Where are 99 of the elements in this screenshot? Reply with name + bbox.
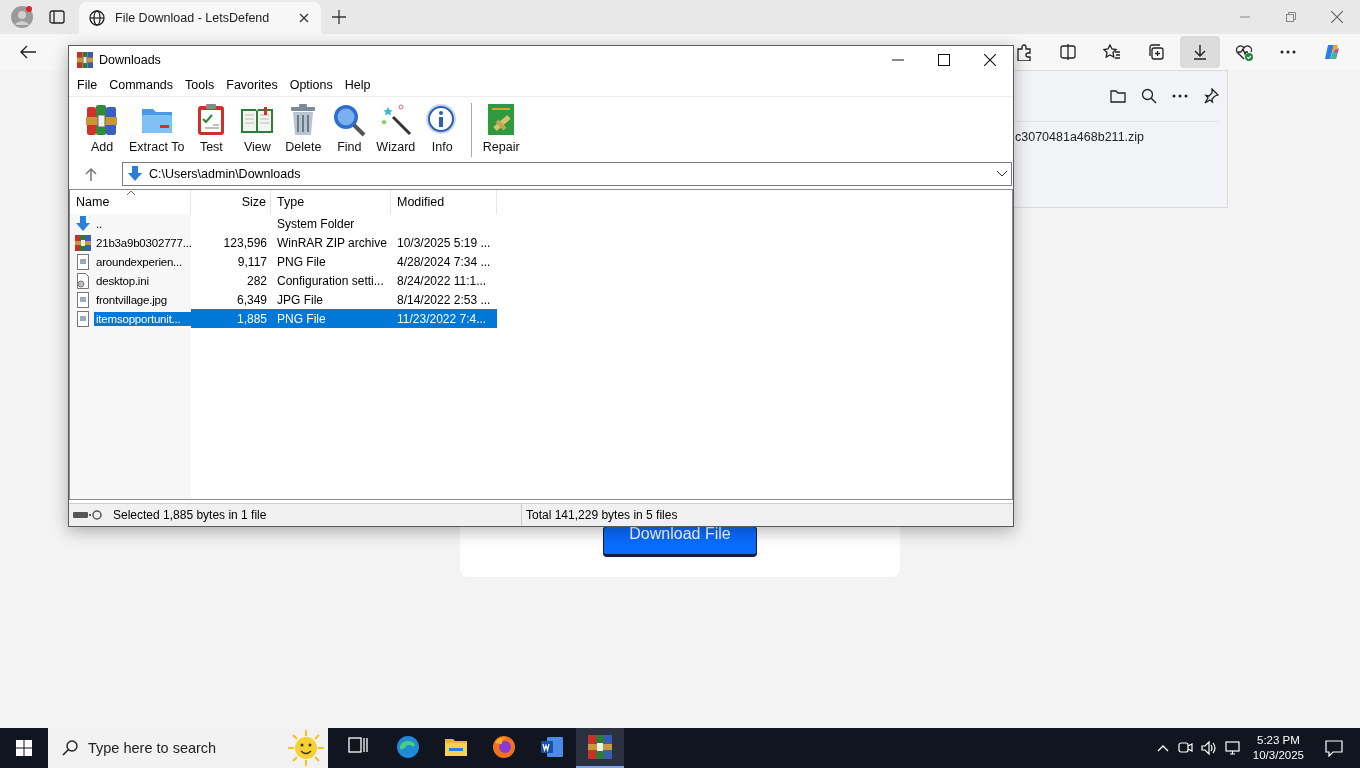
close-icon[interactable] bbox=[299, 13, 309, 23]
table-cell-text: Configuration setti... bbox=[276, 272, 385, 290]
tab-title: File Download - LetsDefend bbox=[115, 11, 271, 25]
menu-item[interactable]: Commands bbox=[103, 78, 180, 92]
restore-icon[interactable] bbox=[1286, 12, 1296, 22]
down-arrow-icon bbox=[75, 215, 91, 232]
app-icon bbox=[77, 52, 93, 68]
file-name[interactable]: .. bbox=[94, 216, 191, 231]
toolbar-button[interactable]: View bbox=[234, 97, 281, 154]
more-icon[interactable] bbox=[1172, 94, 1188, 98]
download-icon[interactable] bbox=[1191, 43, 1209, 61]
download-arrow-icon bbox=[127, 166, 143, 182]
clock-time: 5:23 PM bbox=[1257, 733, 1300, 748]
file-name[interactable]: itemsopportunit... bbox=[94, 311, 191, 326]
sort-icon bbox=[126, 190, 136, 196]
file-icon bbox=[75, 310, 91, 327]
table-cell-text: JPG File bbox=[276, 291, 324, 309]
word-icon[interactable] bbox=[540, 735, 564, 759]
table-cell: 11/23/2022 7:4... bbox=[391, 309, 497, 328]
column-header[interactable]: Size bbox=[191, 190, 271, 214]
clock[interactable]: 5:23 PM 10/3/2025 bbox=[1252, 733, 1304, 763]
edge-icon[interactable] bbox=[396, 735, 420, 759]
table-cell-text: 123,596 bbox=[222, 234, 268, 252]
menu-item[interactable]: File bbox=[71, 78, 104, 92]
toolbar-button[interactable]: Test bbox=[188, 97, 235, 154]
toolbar-button[interactable]: Info bbox=[419, 97, 466, 154]
profile-icon[interactable] bbox=[11, 6, 33, 28]
toolbar-button[interactable]: Delete bbox=[280, 97, 327, 154]
star-list-icon[interactable] bbox=[1103, 43, 1121, 61]
copilot-icon[interactable] bbox=[1323, 43, 1341, 61]
toolbar-button[interactable]: Add bbox=[79, 97, 125, 154]
clock-date: 10/3/2025 bbox=[1252, 748, 1304, 763]
column-header[interactable]: Name bbox=[70, 190, 191, 214]
books-icon bbox=[85, 103, 119, 137]
search-field[interactable]: Type here to search bbox=[48, 728, 328, 768]
file-icon bbox=[75, 291, 91, 308]
menu-item[interactable]: Help bbox=[338, 78, 377, 92]
toolbar-button[interactable]: Extract To bbox=[125, 97, 189, 154]
toolbar-button[interactable]: Repair bbox=[478, 97, 525, 154]
puzzle-icon[interactable] bbox=[1015, 43, 1033, 61]
download-file-button[interactable]: Download File bbox=[603, 526, 757, 557]
windows-icon[interactable] bbox=[16, 740, 32, 756]
file-name[interactable]: 21b3a9b0302777... bbox=[94, 235, 194, 250]
winrar-icon[interactable] bbox=[588, 735, 612, 759]
table-cell: 1,885 bbox=[191, 309, 271, 328]
menu-item[interactable]: Tools bbox=[179, 78, 221, 92]
table-cell-text: 10/3/2025 5:19 ... bbox=[396, 234, 492, 252]
maximize-icon[interactable] bbox=[938, 54, 950, 66]
tab-actions-icon[interactable] bbox=[49, 9, 65, 25]
pin-icon[interactable] bbox=[1203, 88, 1219, 104]
table-cell-text: System Folder bbox=[276, 215, 356, 233]
smiley-sun-icon bbox=[288, 730, 324, 766]
table-cell: PNG File bbox=[271, 309, 391, 328]
new-tab-icon[interactable] bbox=[332, 10, 346, 24]
status-text: Selected 1,885 bytes in 1 file bbox=[113, 508, 267, 522]
firefox-icon[interactable] bbox=[492, 735, 516, 759]
search-icon[interactable] bbox=[1141, 88, 1157, 104]
table-cell-text: WinRAR ZIP archive bbox=[276, 234, 388, 252]
notification-icon[interactable] bbox=[1325, 739, 1343, 757]
magic-wand-icon bbox=[378, 103, 413, 137]
table-cell-text: 8/14/2022 2:53 ... bbox=[396, 291, 492, 309]
menu-item[interactable]: Options bbox=[283, 78, 339, 92]
file-name[interactable]: desktop.ini bbox=[94, 273, 191, 288]
menu-item[interactable]: Favorites bbox=[220, 78, 284, 92]
search-icon bbox=[62, 740, 78, 756]
toolbar-button[interactable]: Find bbox=[326, 97, 373, 154]
back-icon[interactable] bbox=[19, 44, 37, 60]
chevron-up-icon[interactable] bbox=[1156, 744, 1169, 752]
table-cell-text: 9,117 bbox=[236, 253, 268, 271]
status-text: Total 141,229 bytes in 5 files bbox=[525, 508, 678, 522]
table-cell-text: PNG File bbox=[276, 253, 327, 271]
table-cell-text: 282 bbox=[245, 272, 268, 290]
close-icon[interactable] bbox=[984, 54, 996, 66]
toolbar-button[interactable]: Wizard bbox=[372, 97, 420, 154]
table-cell-text: 8/24/2022 11:1... bbox=[396, 272, 488, 290]
collections-icon[interactable] bbox=[1147, 43, 1165, 61]
archive-icon bbox=[75, 234, 91, 251]
globe-icon bbox=[89, 10, 105, 26]
download-file-name[interactable]: c3070481a468b211.zip bbox=[1015, 130, 1145, 144]
file-icon bbox=[75, 253, 91, 270]
window-title: Downloads bbox=[99, 53, 161, 67]
table-cell-text: 6,349 bbox=[235, 291, 268, 309]
column-header[interactable]: Type bbox=[271, 190, 391, 214]
meet-icon[interactable] bbox=[1176, 740, 1193, 756]
browser-tab[interactable]: File Download - LetsDefend bbox=[79, 2, 321, 34]
file-name[interactable]: aroundexperien... bbox=[94, 254, 191, 269]
dropdown-caret-icon[interactable] bbox=[997, 171, 1007, 177]
network-icon[interactable] bbox=[1224, 740, 1241, 756]
table-cell-text: 4/28/2024 7:34 ... bbox=[396, 253, 492, 271]
path-field[interactable]: C:\Users\admin\Downloads bbox=[122, 162, 1012, 186]
up-arrow-icon[interactable] bbox=[85, 167, 97, 181]
column-header[interactable]: Modified bbox=[391, 190, 497, 214]
settings-file-icon bbox=[75, 272, 91, 289]
file-name[interactable]: frontvillage.jpg bbox=[94, 292, 191, 307]
magnifier-icon bbox=[332, 103, 367, 137]
heart-pulse-icon[interactable] bbox=[1235, 43, 1253, 61]
volume-icon[interactable] bbox=[1200, 740, 1217, 756]
folder-icon[interactable] bbox=[1110, 89, 1126, 103]
split-screen-icon[interactable] bbox=[1059, 43, 1077, 61]
